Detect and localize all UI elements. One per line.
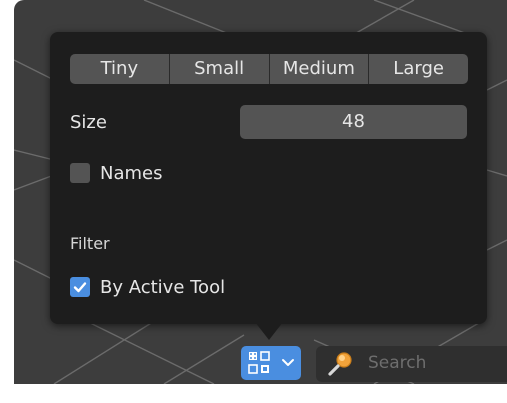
bottom-strip xyxy=(14,384,507,403)
size-button-tiny[interactable]: Tiny xyxy=(70,54,170,84)
names-label: Names xyxy=(100,162,163,184)
by-active-tool-checkbox-row[interactable]: By Active Tool xyxy=(70,276,225,298)
size-number-field[interactable]: 48 xyxy=(240,105,467,139)
screen: Tiny Small Medium Large Size 48 Names Fi… xyxy=(0,0,507,403)
popover-arrow xyxy=(255,322,283,340)
search-input[interactable]: Search xyxy=(316,346,507,382)
search-placeholder: Search xyxy=(368,353,427,373)
checkmark-icon xyxy=(73,282,87,293)
size-label: Size xyxy=(70,112,107,133)
icon-size-button-group: Tiny Small Medium Large xyxy=(70,54,468,84)
filter-heading: Filter xyxy=(70,234,110,253)
size-button-large[interactable]: Large xyxy=(369,54,468,84)
preferences-popover: Tiny Small Medium Large Size 48 Names Fi… xyxy=(50,32,487,324)
names-checkbox[interactable] xyxy=(70,163,90,183)
chevron-down-icon xyxy=(282,359,294,366)
display-mode-dropdown-button[interactable] xyxy=(241,346,301,380)
names-checkbox-row[interactable]: Names xyxy=(70,162,162,184)
size-button-medium[interactable]: Medium xyxy=(269,54,370,84)
by-active-tool-label: By Active Tool xyxy=(100,276,226,298)
magnifier-icon xyxy=(328,352,352,376)
by-active-tool-checkbox[interactable] xyxy=(70,277,90,297)
size-button-small[interactable]: Small xyxy=(169,54,270,84)
